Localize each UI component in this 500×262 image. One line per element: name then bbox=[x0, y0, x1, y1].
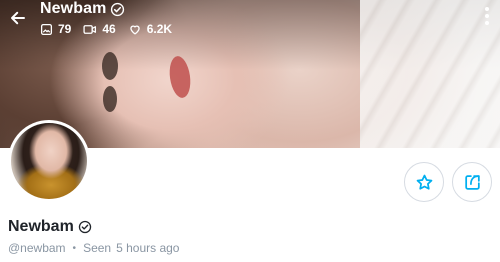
verified-badge-icon bbox=[78, 220, 91, 234]
back-button[interactable] bbox=[6, 6, 30, 30]
top-bar: Newbam 79 46 6.2K bbox=[0, 0, 500, 52]
avatar-image bbox=[11, 123, 87, 199]
share-button[interactable] bbox=[452, 162, 492, 202]
header-stats: 79 46 6.2K bbox=[40, 22, 184, 36]
heart-icon bbox=[130, 24, 140, 34]
username: @newbam bbox=[8, 241, 66, 255]
favorite-button[interactable] bbox=[404, 162, 444, 202]
seen-time: 5 hours ago bbox=[116, 241, 180, 255]
star-icon bbox=[416, 174, 432, 190]
avatar[interactable] bbox=[8, 120, 90, 202]
image-icon bbox=[40, 23, 53, 35]
separator: • bbox=[72, 242, 77, 254]
photos-count: 79 bbox=[58, 22, 72, 36]
photos-stat: 79 bbox=[40, 22, 71, 36]
videos-count: 46 bbox=[102, 22, 116, 36]
verified-badge-icon bbox=[111, 2, 125, 16]
profile-name-row: Newbam bbox=[8, 218, 92, 236]
more-button[interactable] bbox=[484, 6, 490, 26]
share-icon bbox=[464, 174, 480, 190]
likes-stat: 6.2K bbox=[128, 22, 172, 36]
videos-stat: 46 bbox=[83, 22, 116, 36]
likes-count: 6.2K bbox=[146, 22, 173, 36]
more-vertical-icon bbox=[485, 7, 489, 25]
header-title: Newbam bbox=[40, 0, 107, 17]
arrow-left-icon bbox=[11, 11, 25, 25]
seen-label: Seen bbox=[83, 241, 112, 255]
profile-meta: @newbam • Seen 5 hours ago bbox=[8, 241, 179, 255]
cover-detail bbox=[102, 52, 118, 80]
profile-name: Newbam bbox=[8, 218, 74, 235]
video-icon bbox=[83, 24, 97, 34]
header-title-row: Newbam bbox=[40, 0, 125, 18]
cover-detail bbox=[103, 86, 117, 112]
